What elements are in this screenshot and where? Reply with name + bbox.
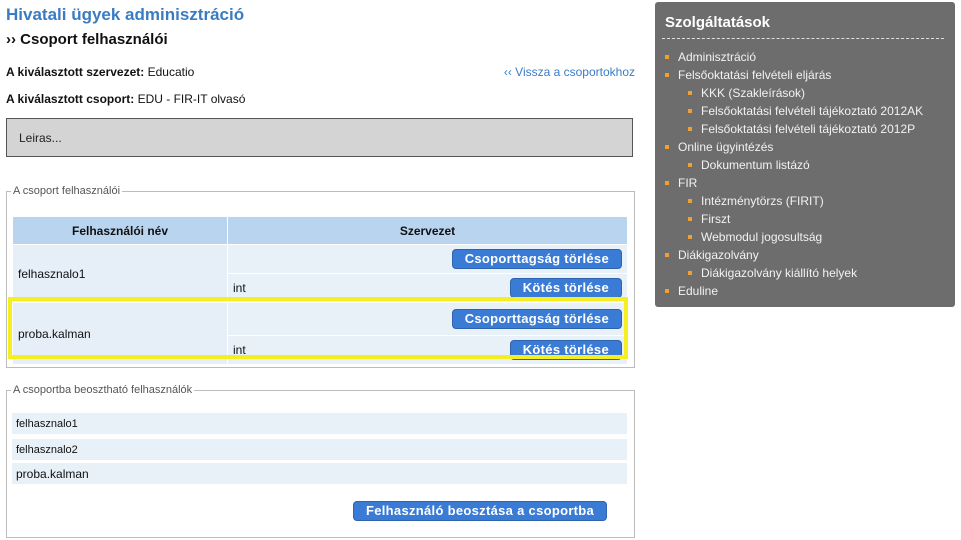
selected-group-label: A kiválasztott csoport:	[6, 92, 135, 106]
sidebar-item-label: Dokumentum listázó	[701, 158, 810, 172]
bullet-icon	[665, 181, 669, 185]
assignable-users-legend: A csoportba beosztható felhasználók	[13, 384, 193, 396]
selected-org-label: A kiválasztott szervezet:	[6, 65, 145, 79]
column-header-organization: Szervezet	[227, 216, 628, 245]
sidebar-item-label: Diákigazolvány	[678, 248, 759, 262]
bullet-icon	[688, 91, 692, 95]
bullet-icon	[665, 289, 669, 293]
sidebar-menu: Adminisztráció Felsőoktatási felvételi el…	[665, 48, 923, 300]
bullet-icon	[665, 253, 669, 257]
selected-group-value: EDU - FIR-IT olvasó	[137, 92, 246, 106]
list-item[interactable]: felhasznalo1	[12, 413, 627, 434]
list-item[interactable]: proba.kalman	[12, 463, 627, 484]
sidebar-divider	[662, 38, 944, 39]
delete-binding-button[interactable]: Kötés törlése	[509, 278, 622, 298]
sidebar-item[interactable]: Webmodul jogosultság	[665, 228, 923, 246]
sidebar-item[interactable]: Intézménytörzs (FIRIT)	[665, 192, 923, 210]
selected-org: A kiválasztott szervezet: Educatio	[6, 65, 194, 79]
sidebar-item[interactable]: Felsőoktatási felvételi tájékoztató 2012…	[665, 102, 923, 120]
bullet-icon	[665, 145, 669, 149]
delete-membership-button[interactable]: Csoporttagság törlése	[451, 249, 622, 269]
sidebar-item-label: Felsőoktatási felvételi tájékoztató 2012…	[701, 122, 916, 136]
sidebar-item[interactable]: Dokumentum listázó	[665, 156, 923, 174]
sidebar-item-label: Felsőoktatási felvételi eljárás	[678, 68, 832, 82]
highlight-box	[8, 297, 628, 359]
sidebar-item[interactable]: Felsőoktatási felvételi eljárás	[665, 66, 923, 84]
bullet-icon	[688, 235, 692, 239]
sidebar-item-label: Webmodul jogosultság	[701, 230, 823, 244]
sidebar-item[interactable]: Diákigazolvány kiállító helyek	[665, 264, 923, 282]
sidebar-item-label: Diákigazolvány kiállító helyek	[701, 266, 858, 280]
assign-user-button[interactable]: Felhasználó beosztása a csoportba	[353, 501, 608, 521]
membership-cell: Csoporttagság törlése	[227, 244, 628, 274]
sidebar-item[interactable]: Firszt	[665, 210, 923, 228]
sidebar-item[interactable]: Adminisztráció	[665, 48, 923, 66]
sidebar-item-label: Intézménytörzs (FIRIT)	[701, 194, 824, 208]
bullet-icon	[688, 217, 692, 221]
sidebar-item[interactable]: Felsőoktatási felvételi tájékoztató 2012…	[665, 120, 923, 138]
services-sidebar: Szolgáltatások Adminisztráció Felsőoktatá…	[655, 2, 955, 307]
sidebar-title: Szolgáltatások	[665, 14, 771, 31]
group-description: Leiras...	[6, 118, 633, 157]
bullet-icon	[688, 127, 692, 131]
page-title: Hivatali ügyek adminisztráció	[6, 5, 245, 24]
page-subtitle: ›› Csoport felhasználói	[6, 31, 168, 48]
selected-org-value: Educatio	[147, 65, 195, 79]
sidebar-item-label: FIR	[678, 176, 698, 190]
list-item[interactable]: felhasznalo2	[12, 439, 627, 460]
bullet-icon	[665, 73, 669, 77]
sidebar-item-label: Adminisztráció	[678, 50, 757, 64]
bullet-icon	[688, 199, 692, 203]
table-row: felhasznalo1 Csoporttagság törlése	[12, 244, 628, 303]
bullet-icon	[688, 109, 692, 113]
sidebar-item[interactable]: FIR	[665, 174, 923, 192]
sidebar-item[interactable]: Diákigazolvány	[665, 246, 923, 264]
sidebar-item[interactable]: Online ügyintézés	[665, 138, 923, 156]
bullet-icon	[688, 271, 692, 275]
sidebar-item-label: Eduline	[678, 284, 719, 298]
sidebar-item-label: KKK (Szakleírások)	[701, 86, 806, 100]
members-table-header: Felhasználói név Szervezet	[12, 216, 628, 245]
back-to-groups-link[interactable]: ‹‹ Vissza a csoportokhoz	[504, 65, 635, 79]
member-org: int	[233, 281, 246, 295]
bullet-icon	[688, 163, 692, 167]
sidebar-item-label: Felsőoktatási felvételi tájékoztató 2012…	[701, 104, 924, 118]
group-members-legend: A csoport felhasználói	[13, 185, 121, 197]
member-username: felhasznalo1	[12, 244, 228, 303]
sidebar-item-label: Online ügyintézés	[678, 140, 774, 154]
column-header-username: Felhasználói név	[12, 216, 228, 245]
sidebar-item-label: Firszt	[701, 212, 731, 226]
sidebar-item[interactable]: KKK (Szakleírások)	[665, 84, 923, 102]
sidebar-item[interactable]: Eduline	[665, 282, 923, 300]
bullet-icon	[665, 55, 669, 59]
selected-group: A kiválasztott csoport: EDU - FIR-IT olv…	[6, 92, 245, 106]
